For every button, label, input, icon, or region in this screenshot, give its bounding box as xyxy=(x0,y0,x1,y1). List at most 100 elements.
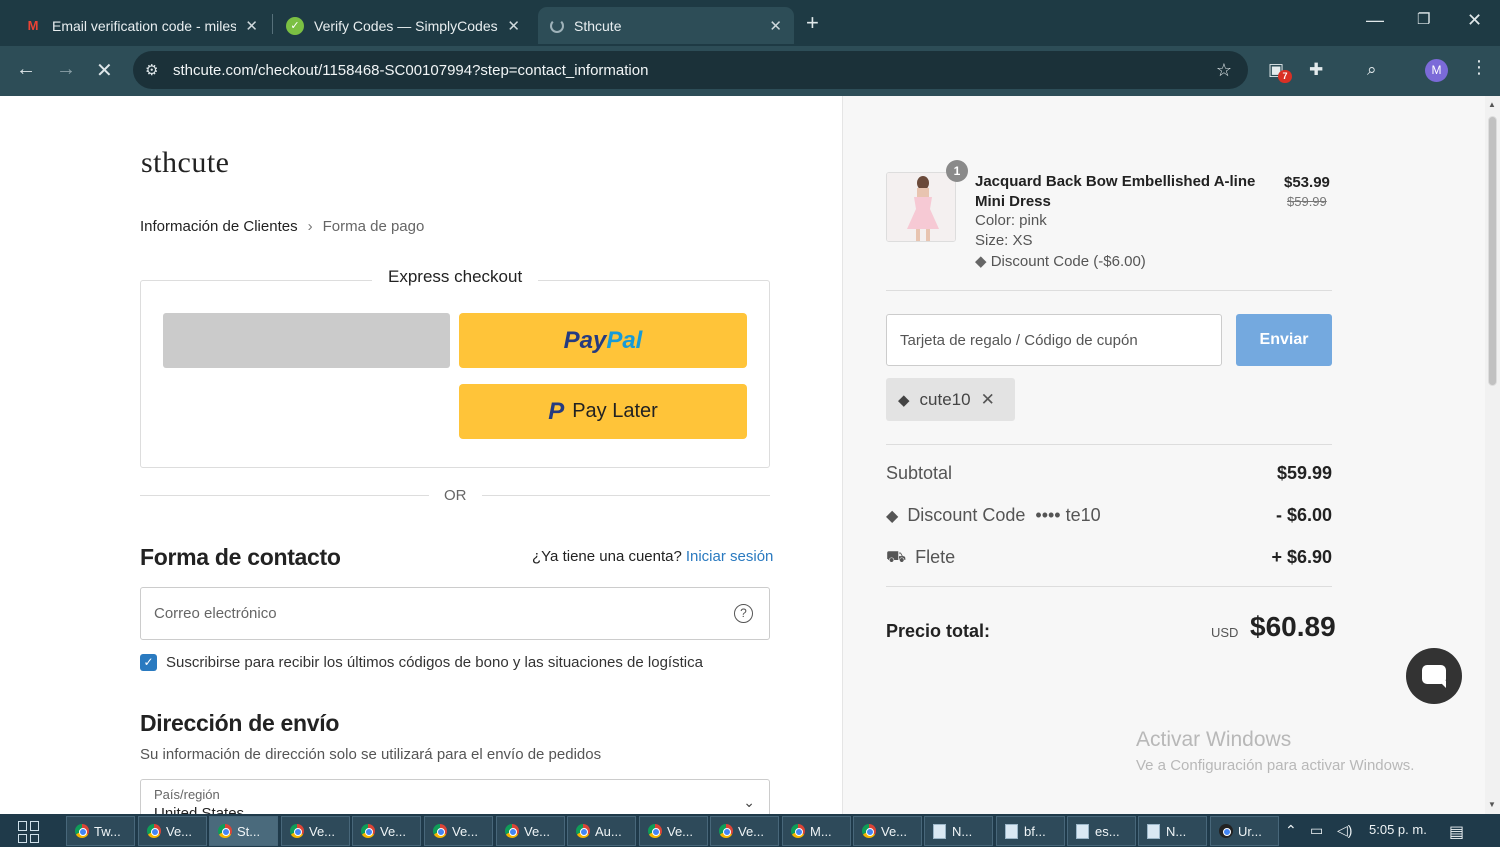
start-icon[interactable] xyxy=(18,821,40,843)
country-label: País/región xyxy=(154,787,220,802)
close-icon[interactable]: ✕ xyxy=(507,17,520,35)
window-close-icon[interactable]: ✕ xyxy=(1467,10,1482,31)
tab-strip: M Email verification code - milesm ✕ ✓ V… xyxy=(0,0,1500,46)
chat-bubble-tail xyxy=(1439,681,1446,688)
taskbar-item[interactable]: Ve... xyxy=(853,816,922,846)
paypal-icon: P xyxy=(548,397,565,425)
menu-icon[interactable]: ⋮ xyxy=(1470,57,1488,78)
account-prompt: ¿Ya tiene una cuenta? Iniciar sesión xyxy=(532,548,773,565)
site-settings-icon[interactable]: ⚙ xyxy=(145,61,165,79)
page-scrollbar[interactable]: ▲ ▼ xyxy=(1485,96,1500,814)
tab-gmail[interactable]: M Email verification code - milesm ✕ xyxy=(12,7,270,44)
chrome-icon xyxy=(505,824,519,838)
remove-coupon-icon[interactable]: ✕ xyxy=(981,390,995,410)
newsletter-label[interactable]: Suscribirse para recibir los últimos cód… xyxy=(166,654,703,671)
profile-avatar[interactable]: M xyxy=(1425,59,1448,82)
discount-row: ◆ Discount Code •••• te10 xyxy=(886,505,1101,526)
breadcrumb-customer-info[interactable]: Información de Clientes xyxy=(140,218,298,235)
taskbar-item-label: Ur... xyxy=(1238,823,1262,839)
tab-search-icon[interactable]: ⌕ xyxy=(1367,60,1377,80)
express-checkout-box xyxy=(140,280,770,468)
volume-icon[interactable]: ◁) xyxy=(1337,822,1352,839)
restore-icon[interactable]: ❐ xyxy=(1417,10,1430,28)
country-select[interactable]: País/región United States ⌄ xyxy=(140,779,770,814)
clock[interactable]: 5:05 p. m. xyxy=(1369,822,1427,837)
forward-icon[interactable]: → xyxy=(56,58,76,81)
tag-icon: ◆ xyxy=(886,507,899,525)
taskbar-item[interactable]: Ve... xyxy=(424,816,493,846)
taskbar-item[interactable]: Au... xyxy=(567,816,636,846)
taskbar-item-label: Ve... xyxy=(380,823,407,839)
taskbar-item[interactable]: Ve... xyxy=(352,816,421,846)
taskbar-item[interactable]: Ve... xyxy=(138,816,207,846)
taskbar-item-label: Ve... xyxy=(166,823,193,839)
chrome-icon xyxy=(862,824,876,838)
taskbar-item[interactable]: St... xyxy=(209,816,278,846)
taskbar-item[interactable]: Ur... xyxy=(1210,816,1279,846)
scrollbar-thumb[interactable] xyxy=(1488,116,1497,386)
coupon-input[interactable]: Tarjeta de regalo / Código de cupón xyxy=(886,314,1222,366)
chrome-icon xyxy=(791,824,805,838)
new-tab-icon[interactable]: + xyxy=(806,10,819,36)
address-bar[interactable]: ⚙ sthcute.com/checkout/1158468-SC0010799… xyxy=(133,51,1248,89)
windows-watermark-subtitle: Ve a Configuración para activar Windows. xyxy=(1136,757,1415,774)
express-checkout-title: Express checkout xyxy=(372,267,539,287)
notifications-icon[interactable]: ▤ xyxy=(1449,822,1464,842)
newsletter-checkbox[interactable]: ✓ xyxy=(140,654,157,671)
close-icon[interactable]: ✕ xyxy=(245,17,258,35)
discount-label: Discount Code xyxy=(907,505,1026,525)
taskbar-item[interactable]: bf... xyxy=(996,816,1065,846)
back-icon[interactable]: ← xyxy=(16,58,36,81)
chevron-right-icon: › xyxy=(307,218,313,235)
taskbar-item-label: es... xyxy=(1095,823,1120,839)
taskbar-item[interactable]: M... xyxy=(782,816,851,846)
tab-title: Email verification code - milesm xyxy=(52,17,236,34)
chrome-icon xyxy=(576,824,590,838)
extensions-puzzle-icon[interactable]: ✚ xyxy=(1309,60,1323,80)
total-label: Precio total: xyxy=(886,621,991,641)
paypal-button[interactable]: Pay Pal xyxy=(459,313,747,368)
taskbar-item[interactable]: Ve... xyxy=(281,816,350,846)
taskbar-item[interactable]: N... xyxy=(1138,816,1207,846)
taskbar-item[interactable]: es... xyxy=(1067,816,1136,846)
checkout-page: sthcute Información de Clientes › Forma … xyxy=(0,96,1485,814)
coupon-placeholder: Tarjeta de regalo / Código de cupón xyxy=(900,331,1138,349)
tab-sthcute[interactable]: Sthcute ✕ xyxy=(538,7,794,44)
chrome-icon xyxy=(433,824,447,838)
product-name: Jacquard Back Bow Embellished A-line Min… xyxy=(975,173,1256,210)
paypal-pay-later-button[interactable]: P Pay Later xyxy=(459,384,747,439)
taskbar-item-label: Ve... xyxy=(452,823,479,839)
chat-button[interactable] xyxy=(1406,648,1462,704)
taskbar-item[interactable]: Tw... xyxy=(66,816,135,846)
chrome-icon xyxy=(75,824,89,838)
product-original-price: $59.99 xyxy=(1287,194,1327,209)
taskbar-item[interactable]: N... xyxy=(924,816,993,846)
store-logo[interactable]: sthcute xyxy=(141,146,229,180)
stop-icon[interactable]: ✕ xyxy=(96,58,113,83)
taskbar-item[interactable]: Ve... xyxy=(710,816,779,846)
breadcrumb: Información de Clientes › Forma de pago xyxy=(140,218,424,235)
login-link[interactable]: Iniciar sesión xyxy=(686,548,774,565)
paypal-label-pal: Pal xyxy=(606,326,643,354)
taskbar-item-label: Ve... xyxy=(524,823,551,839)
bookmark-star-icon[interactable]: ☆ xyxy=(1216,60,1232,81)
taskbar-item[interactable]: Ve... xyxy=(639,816,708,846)
shipping-title: Dirección de envío xyxy=(140,710,340,736)
network-icon[interactable]: ▭ xyxy=(1310,822,1323,839)
minimize-icon[interactable]: — xyxy=(1366,10,1384,31)
tab-simplycodes[interactable]: ✓ Verify Codes — SimplyCodes ✕ xyxy=(274,7,532,44)
shipping-subtitle: Su información de dirección solo se util… xyxy=(140,746,602,763)
express-payment-button[interactable] xyxy=(163,313,450,368)
scroll-up-icon[interactable]: ▲ xyxy=(1488,100,1496,109)
taskbar-item-label: Ve... xyxy=(667,823,694,839)
tab-separator xyxy=(272,14,273,34)
url-text[interactable]: sthcute.com/checkout/1158468-SC00107994?… xyxy=(173,62,648,79)
apply-coupon-button[interactable]: Enviar xyxy=(1236,314,1332,366)
help-icon[interactable]: ? xyxy=(734,604,753,623)
taskbar-item[interactable]: Ve... xyxy=(496,816,565,846)
scroll-down-icon[interactable]: ▼ xyxy=(1488,800,1496,809)
email-field[interactable]: Correo electrónico ? xyxy=(140,587,770,640)
divider xyxy=(886,444,1332,445)
tray-overflow-icon[interactable]: ⌃ xyxy=(1285,822,1297,839)
close-icon[interactable]: ✕ xyxy=(769,17,782,35)
